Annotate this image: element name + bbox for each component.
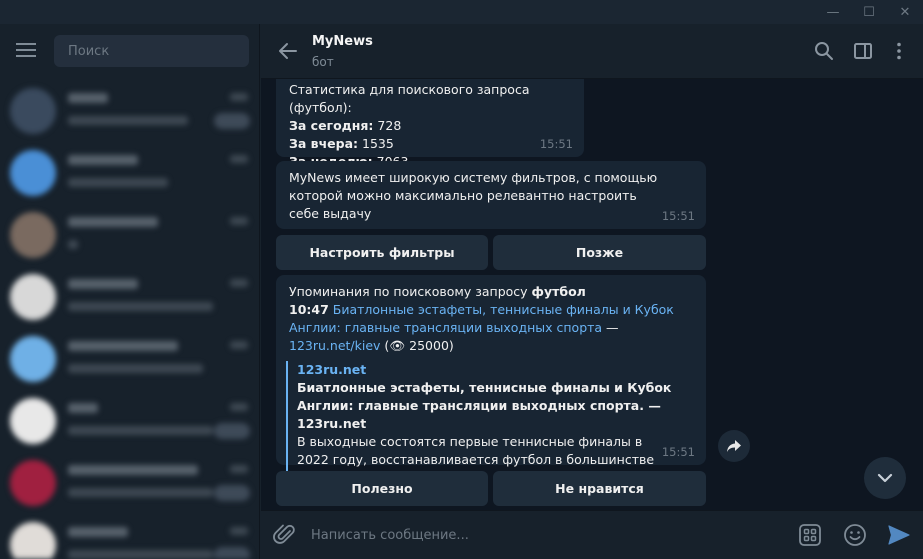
chat-preview-placeholder (68, 302, 213, 311)
avatar (10, 398, 56, 444)
views-count: 25000) (405, 338, 454, 353)
chat-name-placeholder (68, 279, 138, 289)
mention-query: футбол (531, 284, 586, 299)
chat-name-placeholder (68, 403, 98, 413)
search-input[interactable] (54, 35, 249, 67)
message-area: Статистика для поискового запроса (футбо… (261, 79, 923, 510)
mention-message: Упоминания по поисковому запросу футбол … (276, 275, 706, 487)
mention-heading: Упоминания по поисковому запросу футбол (289, 284, 586, 299)
hamburger-menu-icon[interactable] (16, 43, 36, 57)
chat-name-placeholder (68, 155, 138, 165)
stats-message: Статистика для поискового запроса (футбо… (276, 79, 584, 169)
chat-preview-placeholder (68, 178, 168, 187)
chat-name-placeholder (68, 217, 158, 227)
message-time: 15:51 (661, 209, 695, 223)
chat-preview-placeholder (68, 488, 213, 497)
stats-row-yesterday: За вчера: 1535 (289, 136, 394, 151)
chat-list-item[interactable] (0, 266, 260, 328)
chat-time-placeholder (230, 93, 248, 101)
chat-name-placeholder (68, 527, 128, 537)
dislike-button[interactable]: Не нравится (493, 471, 706, 506)
chat-time-placeholder (230, 403, 248, 411)
preview-site: 123ru.net (297, 362, 367, 377)
filters-text: MyNews имеет широкую систему фильтров, с… (289, 170, 658, 221)
chat-preview-placeholder (68, 240, 78, 249)
mention-time-label: 10:47 (289, 302, 329, 317)
chat-preview-placeholder (68, 550, 213, 559)
avatar (10, 460, 56, 506)
chat-time-placeholder (230, 155, 248, 163)
chat-preview-placeholder (68, 116, 188, 125)
forward-button[interactable] (718, 430, 750, 462)
emoji-icon[interactable] (843, 523, 867, 547)
chat-list-item[interactable] (0, 142, 260, 204)
chat-time-placeholder (230, 527, 248, 535)
chat-name-placeholder (68, 93, 108, 103)
bot-keyboard-icon[interactable] (798, 523, 822, 547)
preview-title: Биатлонные эстафеты, теннисные финалы и … (297, 380, 672, 431)
mention-body: 10:47 Биатлонные эстафеты, теннисные фин… (289, 302, 674, 353)
avatar (10, 336, 56, 382)
source-link[interactable]: 123ru.net/kiev (289, 338, 380, 353)
sidebar-toggle-icon[interactable] (853, 41, 873, 61)
chat-list-item[interactable] (0, 390, 260, 452)
chat-subtitle: бот (312, 55, 334, 69)
stats-heading: Статистика для поискового запроса (футбо… (289, 82, 530, 115)
unread-badge (214, 547, 250, 559)
send-icon[interactable] (887, 523, 911, 547)
window-titlebar: — ☐ ✕ (0, 0, 923, 24)
close-button[interactable]: ✕ (888, 0, 922, 24)
chat-list-item[interactable] (0, 514, 260, 559)
forward-icon (727, 440, 741, 452)
more-vertical-icon[interactable] (889, 41, 909, 61)
eye-icon: 👁 (389, 338, 406, 353)
chevron-down-icon (877, 473, 893, 483)
chat-list-item[interactable] (0, 204, 260, 266)
avatar (10, 88, 56, 134)
chat-time-placeholder (230, 217, 248, 225)
chat-preview-placeholder (68, 364, 203, 373)
useful-button[interactable]: Полезно (276, 471, 488, 506)
message-input[interactable] (311, 521, 781, 549)
chat-list-item[interactable] (0, 452, 260, 514)
avatar (10, 212, 56, 258)
chat-header: MyNews бот (261, 24, 923, 79)
avatar (10, 274, 56, 320)
configure-filters-button[interactable]: Настроить фильтры (276, 235, 488, 270)
stats-row-today: За сегодня: 728 (289, 118, 402, 133)
message-time: 15:51 (661, 445, 695, 459)
minimize-button[interactable]: — (816, 0, 850, 24)
chat-time-placeholder (230, 465, 248, 473)
message-time: 15:51 (539, 137, 573, 151)
sidebar (0, 24, 260, 559)
chat-title[interactable]: MyNews (312, 34, 373, 49)
message-composer (261, 510, 923, 559)
unread-badge (214, 423, 250, 439)
chat-name-placeholder (68, 341, 178, 351)
maximize-button[interactable]: ☐ (852, 0, 886, 24)
unread-badge (214, 113, 250, 129)
chat-list (0, 80, 260, 559)
link-preview[interactable]: 123ru.net Биатлонные эстафеты, теннисные… (286, 361, 693, 487)
search-icon[interactable] (814, 41, 834, 61)
scroll-to-bottom-button[interactable] (864, 457, 906, 499)
chat-list-item[interactable] (0, 80, 260, 142)
chat-preview-placeholder (68, 426, 213, 435)
paperclip-icon[interactable] (273, 523, 297, 547)
avatar (10, 150, 56, 196)
unread-badge (214, 485, 250, 501)
chat-name-placeholder (68, 465, 198, 475)
back-arrow-icon[interactable] (277, 40, 299, 62)
chat-time-placeholder (230, 341, 248, 349)
chat-time-placeholder (230, 279, 248, 287)
later-button[interactable]: Позже (493, 235, 706, 270)
avatar (10, 522, 56, 559)
filters-message: MyNews имеет широкую систему фильтров, с… (276, 161, 706, 229)
chat-list-item[interactable] (0, 328, 260, 390)
